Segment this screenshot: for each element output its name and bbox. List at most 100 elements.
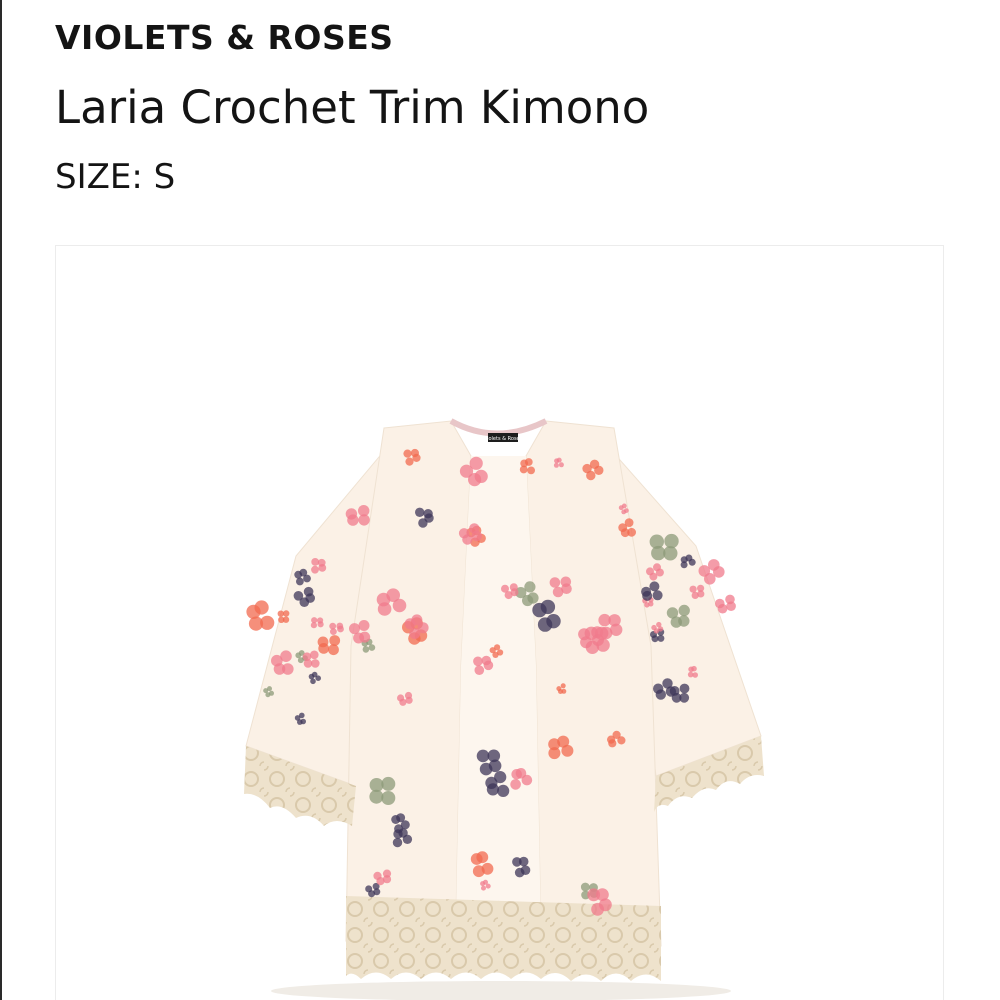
product-title: Laria Crochet Trim Kimono <box>55 81 650 134</box>
flower-petal <box>349 623 360 635</box>
flower-petal <box>689 585 697 593</box>
flower-petal <box>398 828 408 838</box>
flower-petal <box>585 640 600 654</box>
flower-petal <box>708 559 720 571</box>
flower-petal <box>381 776 396 791</box>
flower-petal <box>580 882 590 892</box>
flower-petal <box>560 683 566 689</box>
flower-petal <box>509 583 518 592</box>
flower-petal <box>558 462 564 468</box>
flower-petal <box>404 691 413 700</box>
flower-petal <box>514 867 525 878</box>
hem-lace <box>346 896 661 981</box>
flower-petal <box>649 534 664 549</box>
flower-petal <box>299 712 305 719</box>
flower-petal <box>653 563 661 572</box>
flower-petal <box>353 632 365 644</box>
flower-petal <box>310 650 319 660</box>
flower-petal <box>524 458 533 466</box>
flower-petal <box>685 554 693 562</box>
neck-tag-text: Violets & Roses <box>484 436 523 442</box>
flower-petal <box>458 528 470 539</box>
flower-petal <box>358 505 370 517</box>
flower-petal <box>303 586 314 597</box>
flower-petal <box>612 730 621 739</box>
size-label: SIZE: S <box>55 157 176 197</box>
flower-petal <box>556 457 562 463</box>
flower-petal <box>311 617 318 624</box>
flower-petal <box>358 620 370 631</box>
flower-petal <box>410 448 419 458</box>
flower-petal <box>254 600 269 615</box>
flower-petal <box>557 735 570 748</box>
flower-petal <box>329 622 337 630</box>
flower-petal <box>474 665 485 675</box>
flower-petal <box>381 791 396 805</box>
flower-petal <box>317 636 329 648</box>
flower-petal <box>293 591 304 601</box>
flower-petal <box>524 581 536 593</box>
flower-petal <box>483 879 488 885</box>
flower-petal <box>691 591 699 599</box>
flower-petal <box>476 851 489 864</box>
flower-petal <box>472 865 485 878</box>
flower-petal <box>397 694 405 702</box>
flower-petal <box>589 459 600 469</box>
flower-petal <box>641 586 652 597</box>
flower-petal <box>317 558 326 567</box>
flower-petal <box>725 594 735 605</box>
flower-petal <box>518 856 529 867</box>
flower-petal <box>317 617 324 624</box>
flower-petal <box>311 565 319 574</box>
flower-petal <box>278 616 285 623</box>
flower-petal <box>624 518 634 527</box>
flower-petal <box>556 686 562 692</box>
flower-petal <box>329 635 341 646</box>
flower-petal <box>549 577 561 588</box>
flower-petal <box>248 616 264 631</box>
flower-petal <box>418 518 428 528</box>
kimono-image: Violets & Roses <box>244 418 764 1000</box>
flower-petal <box>715 598 725 609</box>
flower-petal <box>469 456 483 470</box>
flower-petal <box>497 784 510 798</box>
flower-petal <box>403 449 412 458</box>
flower-petal <box>481 885 486 891</box>
flower-petal <box>382 869 392 878</box>
flower-petal <box>311 671 318 678</box>
flower-petal <box>365 885 373 893</box>
flower-petal <box>527 466 535 475</box>
flower-petal <box>646 567 654 576</box>
flower-petal <box>501 584 509 593</box>
flower-petal <box>328 644 339 656</box>
flower-petal <box>608 614 621 627</box>
flower-petal <box>553 462 559 468</box>
flower-petal <box>600 626 613 640</box>
flower-petal <box>560 576 572 588</box>
flower-petal <box>386 588 401 602</box>
flower-petal <box>283 610 290 617</box>
brand-name[interactable]: VIOLETS & ROSES <box>55 16 394 60</box>
flower-petal <box>423 509 433 519</box>
flower-petal <box>415 507 425 517</box>
flower-petal <box>662 678 673 689</box>
flower-petal <box>494 644 501 651</box>
product-image-frame[interactable]: Violets & Roses <box>55 245 944 1000</box>
flower-petal <box>649 581 660 592</box>
back-panel <box>456 456 541 936</box>
flower-petal <box>411 614 423 626</box>
flower-petal <box>280 650 292 662</box>
flower-petal <box>368 644 376 651</box>
flower-petal <box>679 683 690 694</box>
flower-petal <box>345 508 358 520</box>
flower-petal <box>653 683 664 694</box>
flower-petal <box>487 749 501 763</box>
flower-petal <box>666 607 679 619</box>
flower-petal <box>297 657 304 664</box>
garment-shadow <box>271 981 731 1000</box>
window-edge <box>0 0 2 1000</box>
flower-petal <box>405 457 414 466</box>
flower-petal <box>537 617 553 632</box>
flower-petal <box>621 503 627 509</box>
flower-petal <box>392 837 403 848</box>
